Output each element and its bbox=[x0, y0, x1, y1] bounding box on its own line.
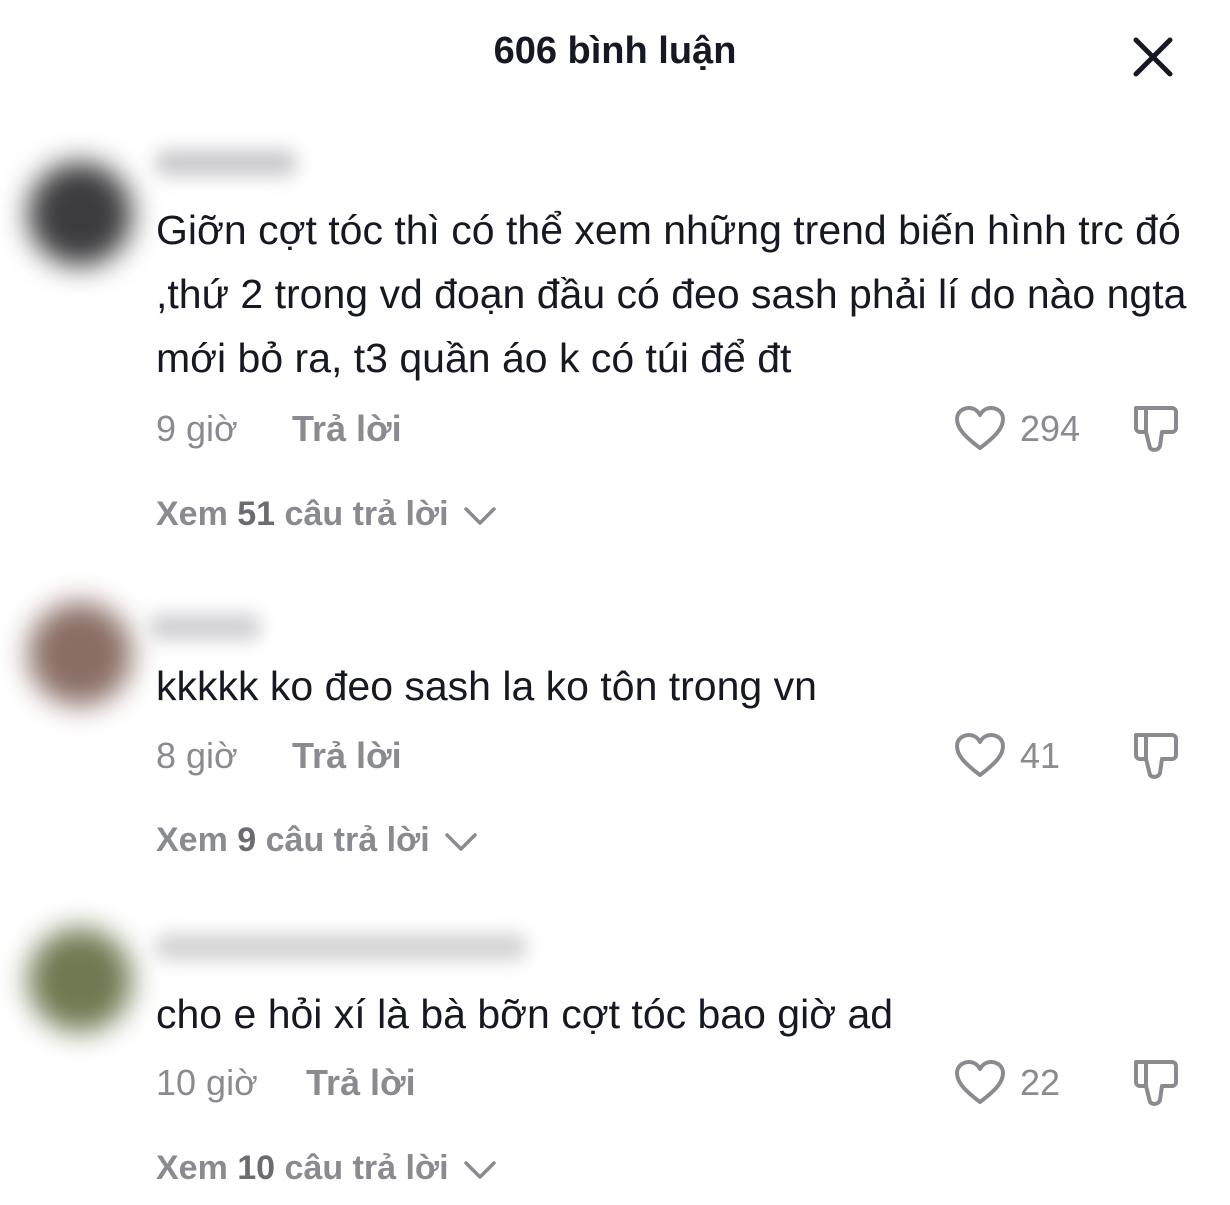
comment-meta: 10 giờ Trả lời 22 bbox=[156, 1058, 1196, 1108]
comment-item: cho e hỏi xí là bà bỡn cợt tóc bao giờ a… bbox=[0, 0, 1230, 1205]
chevron-down-icon bbox=[464, 1161, 496, 1179]
reply-button[interactable]: Trả lời bbox=[306, 1058, 416, 1108]
comment-text: cho e hỏi xí là bà bỡn cợt tóc bao giờ a… bbox=[156, 991, 894, 1037]
comment-time: 10 giờ bbox=[156, 1062, 258, 1103]
view-replies-count: 10 bbox=[237, 1149, 276, 1187]
like-count: 22 bbox=[1020, 1062, 1061, 1103]
avatar[interactable] bbox=[28, 928, 132, 1032]
thumbs-down-icon[interactable] bbox=[1130, 1058, 1184, 1110]
view-replies-button[interactable]: Xem 10 câu trả lời bbox=[156, 1144, 498, 1192]
heart-outline-icon[interactable] bbox=[954, 1060, 1006, 1106]
view-replies-suffix: câu trả lời bbox=[275, 1149, 449, 1187]
username-blurred[interactable] bbox=[156, 934, 526, 960]
view-replies-prefix: Xem bbox=[156, 1149, 238, 1187]
